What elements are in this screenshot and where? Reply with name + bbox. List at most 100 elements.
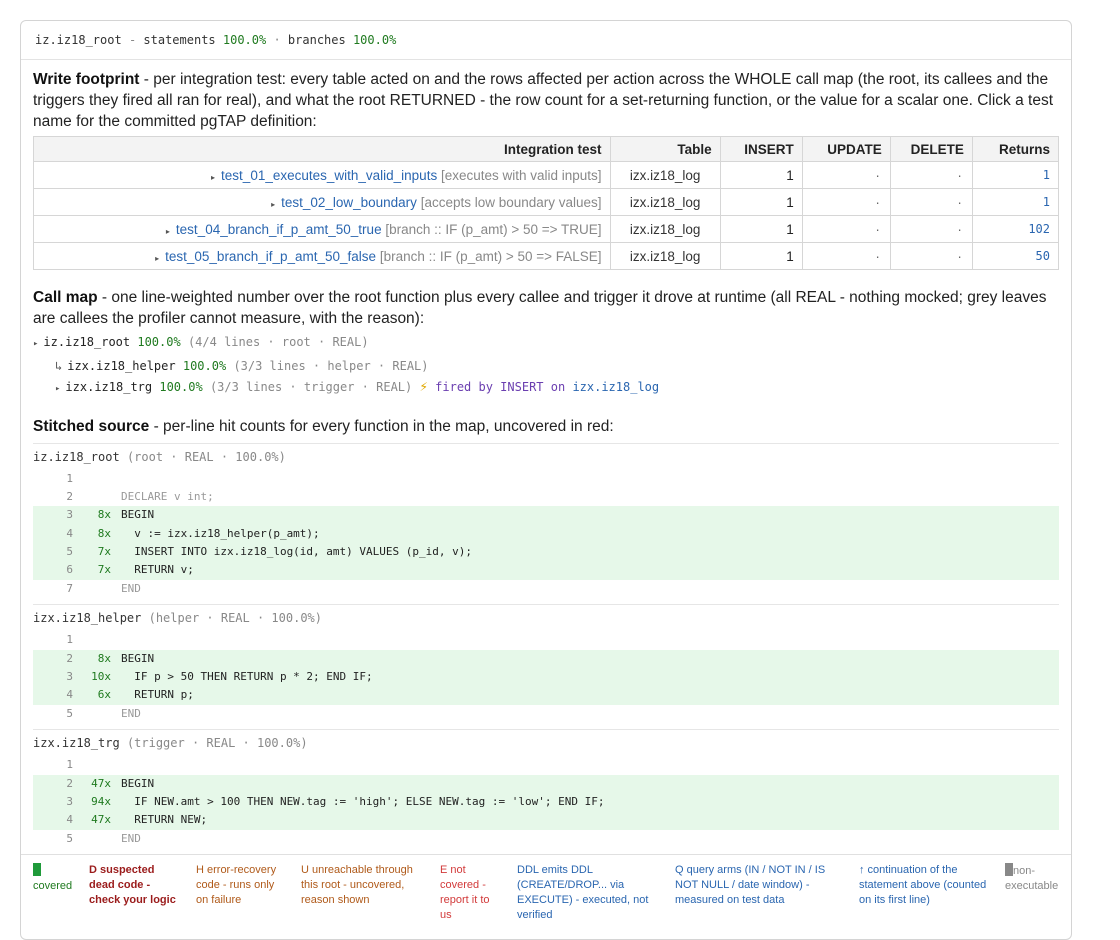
hit-count: 47x xyxy=(91,776,111,790)
update-cell: · xyxy=(801,242,891,270)
source-line: 5 END xyxy=(33,830,1059,848)
function-source-title: izx.iz18_trg (trigger · REAL · 100.0%) xyxy=(33,730,1059,756)
hit-count: 8x xyxy=(97,651,111,665)
line-number: 1 xyxy=(66,758,73,772)
legend-continuation: ↑ continuation of the statement above (c… xyxy=(859,864,987,906)
branches-label: branches xyxy=(287,33,346,47)
expand-triangle-icon[interactable]: ▸ xyxy=(33,339,38,349)
line-number: 1 xyxy=(66,471,73,485)
legend-unreachable: U unreachable through this root - uncove… xyxy=(301,864,413,906)
legend-query-arms: Q query arms (IN / NOT IN / IS NOT NULL … xyxy=(675,864,826,906)
code-text: DECLARE v int; xyxy=(121,489,214,503)
hit-count: 8x xyxy=(97,526,111,540)
table-row: ▸ test_02_low_boundary [accepts low bound… xyxy=(33,188,1060,216)
function-source-block: iz.iz18_root (root · REAL · 100.0%) 1 2 DEC… xyxy=(33,442,1059,599)
table-cell: izx.iz18_log xyxy=(609,161,721,189)
line-number: 5 xyxy=(66,831,73,845)
code-text: BEGIN xyxy=(121,651,155,665)
hit-count: 10x xyxy=(91,670,111,684)
test-name-cell[interactable]: ▸ test_04_branch_if_p_amt_50_true [branch… xyxy=(33,215,611,243)
code-text: IF NEW.amt > 100 THEN NEW.tag := 'high';… xyxy=(121,794,605,808)
expand-triangle-icon[interactable]: ▸ xyxy=(211,173,215,182)
code-text: BEGIN xyxy=(121,508,155,522)
source-line: 1 xyxy=(33,470,1059,488)
function-name: izx.iz18_trg xyxy=(65,380,153,394)
statements-label: statements xyxy=(143,33,216,47)
callee-arrow-icon[interactable]: ↳ xyxy=(55,359,62,373)
hit-count: 47x xyxy=(91,813,111,827)
hit-count: 6x xyxy=(97,688,111,702)
function-name: izx.iz18_trg xyxy=(33,736,120,751)
code-text: INSERT INTO izx.iz18_log(id, amt) VALUES… xyxy=(121,545,472,559)
test-name-link[interactable]: test_01_executes_with_valid_inputs xyxy=(221,168,437,183)
hit-count: 94x xyxy=(91,794,111,808)
coverage-header: iz.iz18_root - statements 100.0% · branc… xyxy=(21,21,1071,60)
stitched-title: Stitched source xyxy=(33,417,150,435)
callmap-description: - one line-weighted number over the root… xyxy=(33,289,1047,327)
returns-cell: 1 xyxy=(971,161,1060,189)
line-number: 5 xyxy=(66,545,73,559)
line-number: 3 xyxy=(66,508,73,522)
returns-cell: 50 xyxy=(971,242,1060,270)
code-text: END xyxy=(121,831,141,845)
line-number: 1 xyxy=(66,633,73,647)
call-map-item[interactable]: ▸ izx.iz18_trg 100.0% (3/3 lines · trigge… xyxy=(33,377,1059,401)
code-text: BEGIN xyxy=(121,776,155,790)
line-number: 2 xyxy=(66,776,73,790)
expand-triangle-icon[interactable]: ▸ xyxy=(166,227,170,236)
function-source-title: iz.iz18_root (root · REAL · 100.0%) xyxy=(33,444,1059,470)
function-name: iz.iz18_root xyxy=(33,449,120,464)
test-name-link[interactable]: test_02_low_boundary xyxy=(281,195,417,210)
table-row: ▸ test_05_branch_if_p_amt_50_false [branc… xyxy=(33,242,1060,270)
insert-cell: 1 xyxy=(719,161,803,189)
line-number: 6 xyxy=(66,563,73,577)
expand-triangle-icon[interactable]: ▸ xyxy=(55,384,60,394)
test-name-link[interactable]: test_05_branch_if_p_amt_50_false xyxy=(165,249,376,264)
stitched-description: - per-line hit counts for every function… xyxy=(149,417,614,435)
source-line: 2 DECLARE v int; xyxy=(33,488,1059,506)
function-name: izx.iz18_helper xyxy=(33,611,142,626)
expand-triangle-icon[interactable]: ▸ xyxy=(271,200,275,209)
callmap-title: Call map xyxy=(33,289,98,306)
function-name: iz.iz18_root xyxy=(43,335,131,349)
delete-cell: · xyxy=(889,161,973,189)
update-cell: · xyxy=(801,215,891,243)
test-name-cell[interactable]: ▸ test_05_branch_if_p_amt_50_false [branc… xyxy=(33,242,611,270)
test-description: [accepts low boundary values] xyxy=(420,194,602,210)
coverage-card: iz.iz18_root - statements 100.0% · branc… xyxy=(20,20,1072,940)
legend-not-covered: E not covered - report it to us xyxy=(440,864,490,921)
hit-count: 7x xyxy=(97,545,111,559)
test-description: [branch :: IF (p_amt) > 50 => TRUE] xyxy=(385,221,602,237)
line-number: 4 xyxy=(66,526,73,540)
source-line: 1 xyxy=(33,631,1059,649)
code-text: END xyxy=(121,706,141,720)
delete-cell: · xyxy=(889,242,973,270)
source-line: 5 7x INSERT INTO izx.iz18_log(id, amt) VA… xyxy=(33,543,1059,562)
test-name-link[interactable]: test_04_branch_if_p_amt_50_true xyxy=(176,222,382,237)
table-cell: izx.iz18_log xyxy=(609,188,721,216)
covered-swatch-icon xyxy=(33,863,41,876)
source-line: 3 8x BEGIN xyxy=(33,506,1059,525)
delete-cell: · xyxy=(889,188,973,216)
line-number: 3 xyxy=(66,670,73,684)
function-meta: (4/4 lines · root · REAL) xyxy=(187,335,369,349)
call-map-item[interactable]: ↳ izx.iz18_helper 100.0% (3/3 lines · hel… xyxy=(33,356,1059,378)
line-number: 4 xyxy=(66,688,73,702)
call-map-item[interactable]: ▸ iz.iz18_root 100.0% (4/4 lines · root ·… xyxy=(33,332,1059,356)
legend-non-executable: non-executable xyxy=(1005,863,1059,892)
line-number: 3 xyxy=(66,794,73,808)
col-delete: DELETE xyxy=(889,136,973,162)
returns-cell: 102 xyxy=(971,215,1060,243)
col-integration-test: Integration test xyxy=(33,136,611,162)
function-meta: (trigger · REAL · 100.0%) xyxy=(126,736,308,751)
test-name-cell[interactable]: ▸ test_02_low_boundary [accepts low bound… xyxy=(33,188,611,216)
function-source-title: izx.iz18_helper (helper · REAL · 100.0%) xyxy=(33,605,1059,631)
col-insert: INSERT xyxy=(719,136,803,162)
function-pct: 100.0% xyxy=(182,358,227,373)
call-map-tree: ▸ iz.iz18_root 100.0% (4/4 lines · root ·… xyxy=(33,332,1059,401)
expand-triangle-icon[interactable]: ▸ xyxy=(155,254,159,263)
legend-covered: covered xyxy=(33,863,81,894)
footprint-description: - per integration test: every table acte… xyxy=(33,71,1054,130)
test-name-cell[interactable]: ▸ test_01_executes_with_valid_inputs [exe… xyxy=(33,161,611,189)
trigger-table-link[interactable]: izx.iz18_log xyxy=(572,380,659,394)
